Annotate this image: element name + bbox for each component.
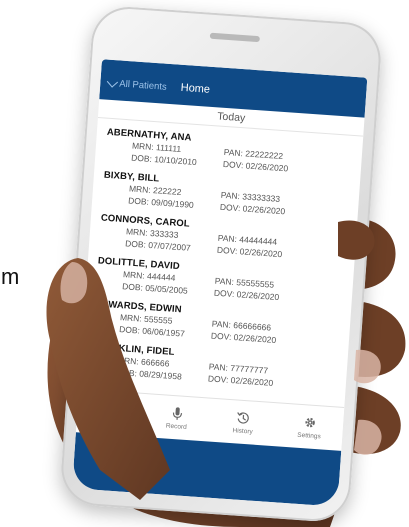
- tab-home[interactable]: Home: [76, 389, 145, 438]
- tab-label: Settings: [296, 431, 321, 441]
- back-label: All Patients: [118, 77, 168, 93]
- patient-row[interactable]: EDWARDS, EDWIN MRN: 555555 PAN: 66666666 …: [93, 298, 343, 350]
- page-title: Home: [180, 81, 211, 96]
- patient-list: ABERNATHY, ANA MRN: 111111 PAN: 22222222 …: [80, 118, 363, 394]
- back-button[interactable]: All Patients: [106, 75, 168, 93]
- tab-settings[interactable]: Settings: [275, 403, 344, 452]
- history-icon: [237, 412, 250, 424]
- patient-row[interactable]: DOLITTLE, DAVID MRN: 444444 PAN: 55555555…: [96, 255, 346, 307]
- chevron-down-icon: [106, 75, 119, 88]
- tab-history[interactable]: History: [209, 399, 278, 448]
- tab-label: Record: [165, 422, 187, 432]
- tab-label: History: [232, 427, 253, 436]
- app-screen: All Patients Home Today ABERNATHY, ANA M…: [72, 59, 368, 507]
- tab-record[interactable]: Record: [142, 394, 211, 443]
- microphone-icon: [172, 407, 182, 420]
- patient-row[interactable]: ABERNATHY, ANA MRN: 111111 PAN: 22222222 …: [105, 127, 355, 179]
- home-icon: [103, 401, 118, 416]
- patient-row[interactable]: FRANKLIN, FIDEL MRN: 666666 PAN: 77777777…: [90, 341, 340, 393]
- gear-icon: [305, 417, 315, 428]
- tab-label: Home: [101, 418, 119, 427]
- patient-row[interactable]: BIXBY, BILL MRN: 222222 PAN: 33333333 DOB…: [102, 170, 352, 222]
- phone: All Patients Home Today ABERNATHY, ANA M…: [58, 4, 384, 524]
- patient-row[interactable]: CONNORS, CAROL MRN: 333333 PAN: 44444444 …: [99, 213, 349, 265]
